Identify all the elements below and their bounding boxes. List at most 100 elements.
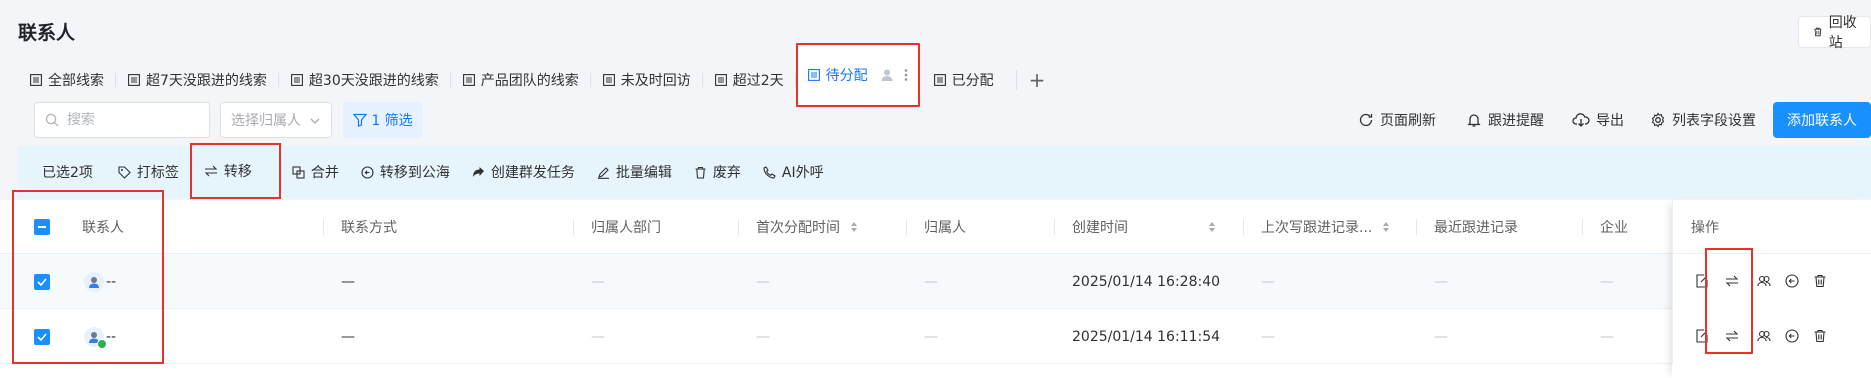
company-cell: — [1600,273,1614,290]
tab-label: 未及时回访 [620,73,691,89]
follow-reminder-label: 跟进提醒 [1488,113,1544,129]
filter-button[interactable]: 1 筛选 [343,102,423,138]
list-icon [807,69,820,81]
trash-icon [695,166,706,179]
export-button[interactable]: 导出 [1572,102,1624,138]
more-vertical-icon[interactable] [904,68,908,82]
tab-over-2-days[interactable]: 超过2天 [703,62,796,98]
created-time-cell: 2025/01/14 16:28:40 [1072,273,1221,290]
page-title: 联系人 [18,22,76,44]
discard-label: 废弃 [712,165,741,181]
list-icon [128,74,140,86]
owner-cell: — [924,273,938,290]
ai-call-label: AI外呼 [781,165,824,181]
transfer-button[interactable]: 转移 [189,143,281,199]
sort-icon[interactable] [850,221,858,233]
recycle-bin-button[interactable]: 回收站 [1798,15,1871,51]
selected-count: 已选2项 [42,165,93,181]
owner-select[interactable]: 选择归属人 [220,102,332,138]
tab-label: 超30天没跟进的线索 [308,73,439,89]
merge-label: 合并 [310,165,339,181]
last-follow-write-cell: — [1261,328,1275,345]
list-icon [290,74,303,86]
owner-dept-cell: — [591,328,605,345]
tab-label: 超过2天 [732,73,784,89]
column-header-recent-follow[interactable]: 最近跟进记录 [1416,200,1582,254]
search-box[interactable] [34,102,210,138]
tab-product-team-leads[interactable]: 产品团队的线索 [451,62,591,98]
transfer-action-highlight-box [1705,248,1753,354]
refresh-label: 页面刷新 [1380,113,1436,129]
move-to-pool-button[interactable]: 转移到公海 [350,146,461,198]
tab-not-revisited[interactable]: 未及时回访 [591,62,703,98]
column-header-owner-dept[interactable]: 归属人部门 [573,200,738,254]
merge-button[interactable]: 合并 [281,146,350,198]
transfer-label: 转移 [223,164,252,180]
refresh-button[interactable]: 页面刷新 [1358,102,1436,138]
view-tabs: 全部线索 超7天没跟进的线索 超30天没跟进的线索 产品团队的线索 未及时回访 … [18,43,1058,107]
export-label: 导出 [1596,113,1624,129]
tab-label: 超7天没跟进的线索 [146,73,267,89]
contact-method-cell: — [341,273,355,290]
first-assign-cell: — [756,328,770,345]
column-header-company[interactable]: 企业 [1582,200,1672,254]
selection-highlight-box [12,190,164,364]
refresh-icon [1359,113,1373,127]
users-icon[interactable] [1757,329,1771,343]
tab-label: 待分配 [825,68,868,84]
contact-method-cell: — [341,328,355,345]
column-header-created-time[interactable]: 创建时间 [1054,200,1243,254]
filter-icon [353,113,368,127]
sort-icon[interactable] [1208,221,1216,233]
circle-back-icon[interactable] [1785,274,1799,288]
owner-select-placeholder: 选择归属人 [231,113,301,129]
create-mass-task-label: 创建群发任务 [490,165,575,181]
merge-icon [292,165,305,179]
circle-back-icon[interactable] [1785,329,1799,343]
trash-icon [1814,27,1822,37]
user-icon [880,68,894,82]
trash-icon[interactable] [1813,329,1827,343]
created-time-cell: 2025/01/14 16:11:54 [1072,328,1221,345]
users-icon[interactable] [1757,274,1771,288]
recycle-bin-label: 回收站 [1828,15,1857,51]
search-input[interactable] [67,112,187,128]
row-actions-cell [1672,254,1871,309]
row-actions-cell [1672,309,1871,364]
owner-dept-cell: — [591,273,605,290]
column-settings-button[interactable]: 列表字段设置 [1650,102,1756,138]
bulk-edit-button[interactable]: 批量编辑 [586,146,683,198]
tab-assigned[interactable]: 已分配 [920,62,1016,98]
bulk-edit-label: 批量编辑 [615,165,672,181]
filter-label: 1 筛选 [371,113,413,129]
table-row[interactable]: -- — — — — 2025/01/14 16:28:40 — — — [0,254,1871,309]
pen-icon [597,166,609,179]
column-header-owner[interactable]: 归属人 [906,200,1054,254]
trash-icon[interactable] [1813,274,1827,288]
discard-button[interactable]: 废弃 [683,146,752,198]
batch-action-bar: 已选2项 打标签 转移 合并 转移到公海 创建群发任务 批量编辑 废弃 AI外呼 [18,143,1871,199]
bell-icon [1467,114,1481,127]
add-tab-button[interactable]: + [1017,62,1058,98]
last-follow-write-cell: — [1261,273,1275,290]
recent-follow-cell: — [1434,328,1448,345]
tab-30-days-no-follow[interactable]: 超30天没跟进的线索 [279,62,451,98]
tab-7-days-no-follow[interactable]: 超7天没跟进的线索 [116,62,279,98]
add-contact-button[interactable]: 添加联系人 [1773,102,1871,138]
ai-call-button[interactable]: AI外呼 [752,146,835,198]
column-header-last-follow-write[interactable]: 上次写跟进记录... [1243,200,1416,254]
transfer-icon [204,165,218,177]
column-header-contact-method[interactable]: 联系方式 [323,200,573,254]
follow-reminder-button[interactable]: 跟进提醒 [1466,102,1544,138]
column-label: 上次写跟进记录... [1261,220,1373,236]
table-row[interactable]: -- — — — — 2025/01/14 16:11:54 — — — [0,309,1871,364]
column-header-first-assign-time[interactable]: 首次分配时间 [738,200,906,254]
tab-pending-assignment[interactable]: 待分配 [795,43,920,107]
sort-icon[interactable] [1382,221,1390,233]
tab-all-leads[interactable]: 全部线索 [18,62,116,98]
column-header-actions: 操作 [1672,200,1871,254]
company-cell: — [1600,328,1614,345]
create-mass-task-button[interactable]: 创建群发任务 [461,146,586,198]
owner-cell: — [924,328,938,345]
tab-label: 全部线索 [48,73,104,89]
